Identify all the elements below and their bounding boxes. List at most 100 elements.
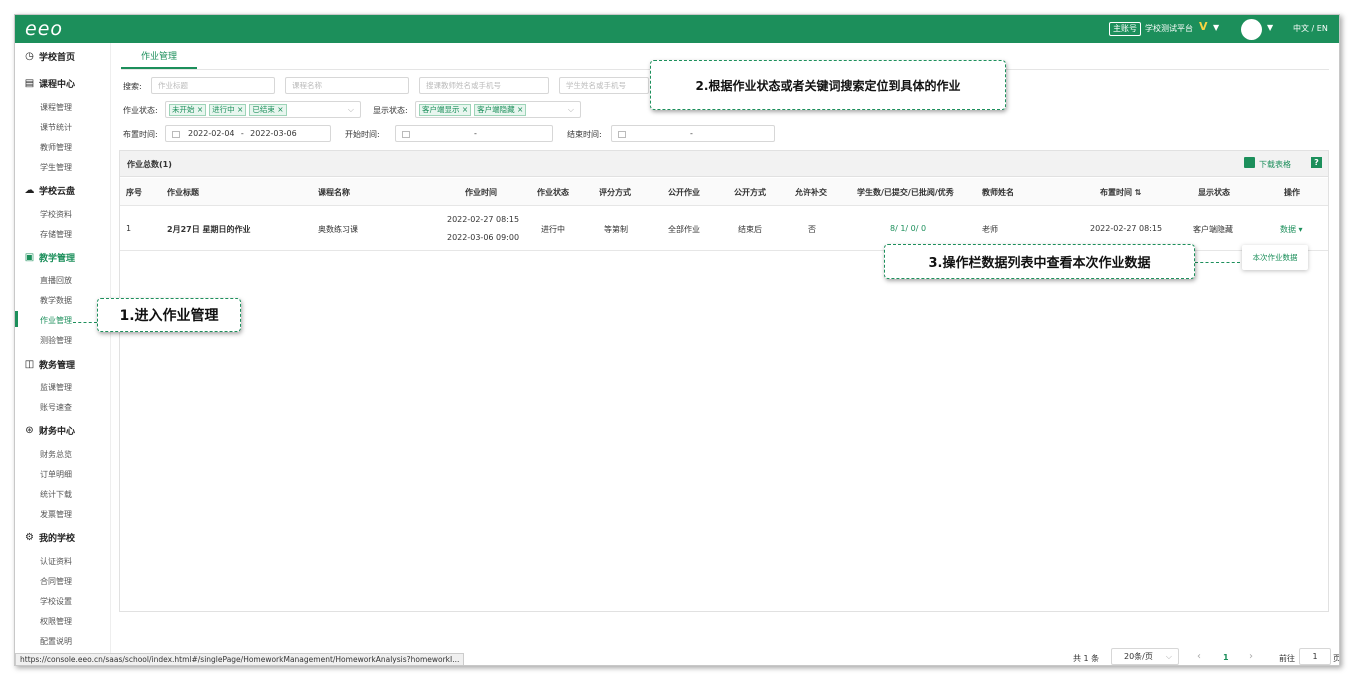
sidebar-item-replay[interactable]: 直播回放 [40, 275, 72, 286]
row-grading: 等第制 [604, 225, 628, 234]
avatar-caret-icon[interactable]: ▼ [1267, 23, 1273, 32]
action-dropdown-item[interactable]: 本次作业数据 [1242, 245, 1308, 270]
sidebar-item-teaching-data[interactable]: 教学数据 [40, 295, 72, 306]
col-allow-late: 允许补交 [795, 188, 827, 197]
sidebar-item-lesson-stats[interactable]: 课节统计 [40, 122, 72, 133]
tab-homework-management[interactable]: 作业管理 [121, 49, 197, 69]
vip-badge-icon: V [1199, 20, 1208, 33]
sidebar-item-homework[interactable]: 作业管理 [40, 315, 72, 326]
sidebar-item-course-manage[interactable]: 课程管理 [40, 102, 72, 113]
sidebar-item-school-files[interactable]: 学校资料 [40, 209, 72, 220]
end-time-range[interactable]: - [611, 125, 775, 142]
sidebar-item-monitor[interactable]: 监课管理 [40, 382, 72, 393]
sidebar-section-course[interactable]: ▤ 课程中心 [24, 77, 75, 90]
row-teacher: 老师 [982, 225, 998, 234]
excel-icon[interactable] [1244, 157, 1255, 168]
hw-status-select[interactable]: 未开始 × 进行中 × 已结束 × ⌵ [165, 101, 361, 118]
sidebar-item-config-notes[interactable]: 配置说明 [40, 636, 72, 647]
hw-status-label: 作业状态: [123, 106, 158, 115]
assign-time-range[interactable]: 2022-02-04 - 2022-03-06 [165, 125, 331, 142]
chevron-down-icon: ⌵ [1165, 652, 1172, 661]
homework-table: 作业总数(1) 下载表格 ? 序号 作业标题 课程名称 作业时间 作业状态 评分… [119, 150, 1329, 612]
sidebar-section-teaching[interactable]: ▣ 教学管理 [24, 251, 75, 264]
col-title: 作业标题 [167, 188, 199, 197]
prev-page-icon[interactable]: ‹ [1197, 651, 1201, 662]
grid-icon: ◫ [24, 359, 35, 370]
tag-in-progress[interactable]: 进行中 × [209, 104, 247, 116]
eeo-logo[interactable]: eeo [25, 18, 63, 40]
tag-client-visible[interactable]: 客户端显示 × [419, 104, 472, 116]
table-toolbar: 作业总数(1) 下载表格 ? [120, 151, 1328, 177]
row-title[interactable]: 2月27日 星期日的作业 [167, 224, 250, 235]
col-actions: 操作 [1284, 188, 1300, 197]
current-page[interactable]: 1 [1223, 653, 1229, 662]
start-time-range[interactable]: - [395, 125, 553, 142]
sidebar: ◷ 学校首页 ▤ 课程中心 课程管理 课节统计 教师管理 学生管理 ☁ 学校云盘 学校… [15, 43, 111, 665]
row-index: 1 [126, 224, 132, 233]
next-page-icon[interactable]: › [1249, 651, 1253, 662]
account-badge: 主账号 [1109, 22, 1141, 36]
chevron-down-icon: ⌵ [347, 105, 354, 114]
display-status-select[interactable]: 客户端显示 × 客户端隐藏 × ⌵ [415, 101, 581, 118]
assign-time-label: 布置时间: [123, 130, 158, 139]
callout-step-1: 1.进入作业管理 [97, 298, 241, 332]
sidebar-item-orders[interactable]: 订单明细 [40, 469, 72, 480]
avatar[interactable] [1241, 19, 1262, 40]
sidebar-section-academic[interactable]: ◫ 教务管理 [24, 358, 75, 371]
cloud-icon: ☁ [24, 185, 35, 196]
school-name[interactable]: 学校测试平台 [1145, 23, 1193, 34]
calendar-icon [618, 130, 626, 138]
col-course: 课程名称 [318, 188, 350, 197]
sidebar-section-home[interactable]: ◷ 学校首页 [24, 50, 75, 63]
col-public-mode: 公开方式 [734, 188, 766, 197]
calendar-icon [172, 130, 180, 138]
sidebar-item-stats-download[interactable]: 统计下载 [40, 489, 72, 500]
teacher-search-input[interactable]: 搜课教师姓名或手机号 [419, 77, 549, 94]
tag-not-started[interactable]: 未开始 × [169, 104, 207, 116]
sidebar-section-my-school[interactable]: ⚙ 我的学校 [24, 531, 75, 544]
sidebar-item-students[interactable]: 学生管理 [40, 162, 72, 173]
yen-icon: ⊛ [25, 425, 34, 436]
student-search-input[interactable]: 学生姓名或手机号 [559, 77, 649, 94]
homework-title-input[interactable]: 作业标题 [151, 77, 275, 94]
row-allow-late: 否 [808, 225, 816, 234]
col-time: 作业时间 [465, 188, 497, 197]
sidebar-item-invoices[interactable]: 发票管理 [40, 509, 72, 520]
sidebar-section-finance[interactable]: ⊛ 财务中心 [24, 424, 75, 437]
download-table-button[interactable]: 下载表格 [1259, 159, 1291, 170]
page-size-select[interactable]: 20条/页 ⌵ [1111, 648, 1179, 665]
sidebar-section-cloud[interactable]: ☁ 学校云盘 [24, 184, 76, 197]
row-course: 奥数练习课 [318, 225, 358, 234]
callout-1-leader [73, 322, 97, 323]
end-time-label: 结束时间: [567, 130, 602, 139]
tag-ended[interactable]: 已结束 × [249, 104, 287, 116]
sidebar-item-certification[interactable]: 认证资料 [40, 556, 72, 567]
calendar-icon [402, 130, 410, 138]
course-name-input[interactable]: 课程名称 [285, 77, 409, 94]
chevron-down-icon: ⌵ [567, 105, 574, 114]
tag-client-hidden[interactable]: 客户端隐藏 × [474, 104, 527, 116]
pagination-total: 共 1 条 [1073, 654, 1100, 663]
col-assigned-time[interactable]: 布置时间 ⇅ [1100, 187, 1142, 198]
goto-page-input[interactable]: 1 [1299, 648, 1331, 665]
calendar-icon: ▤ [24, 78, 35, 89]
language-switch[interactable]: 中文 / EN [1293, 23, 1328, 34]
table-header-row: 序号 作业标题 课程名称 作业时间 作业状态 评分方式 公开作业 公开方式 允许… [120, 178, 1328, 206]
goto-label: 前往 [1279, 654, 1295, 663]
gear-icon: ⚙ [25, 532, 34, 543]
col-public: 公开作业 [668, 188, 700, 197]
sidebar-item-quiz[interactable]: 测验管理 [40, 335, 72, 346]
sidebar-item-storage[interactable]: 存储管理 [40, 229, 72, 240]
sidebar-item-finance-overview[interactable]: 财务总览 [40, 449, 72, 460]
sidebar-item-school-settings[interactable]: 学校设置 [40, 596, 72, 607]
row-student-stats[interactable]: 8/ 1/ 0/ 0 [890, 224, 926, 233]
row-public: 全部作业 [668, 225, 700, 234]
sidebar-item-contracts[interactable]: 合同管理 [40, 576, 72, 587]
account-caret-icon[interactable]: ▼ [1213, 23, 1219, 32]
row-assigned: 2022-02-27 08:15 [1090, 224, 1163, 233]
sidebar-item-teachers[interactable]: 教师管理 [40, 142, 72, 153]
data-action-button[interactable]: 数据 ▾ [1280, 224, 1303, 235]
help-icon[interactable]: ? [1311, 157, 1322, 168]
sidebar-item-account-lookup[interactable]: 账号速查 [40, 402, 72, 413]
sidebar-item-permissions[interactable]: 权限管理 [40, 616, 72, 627]
